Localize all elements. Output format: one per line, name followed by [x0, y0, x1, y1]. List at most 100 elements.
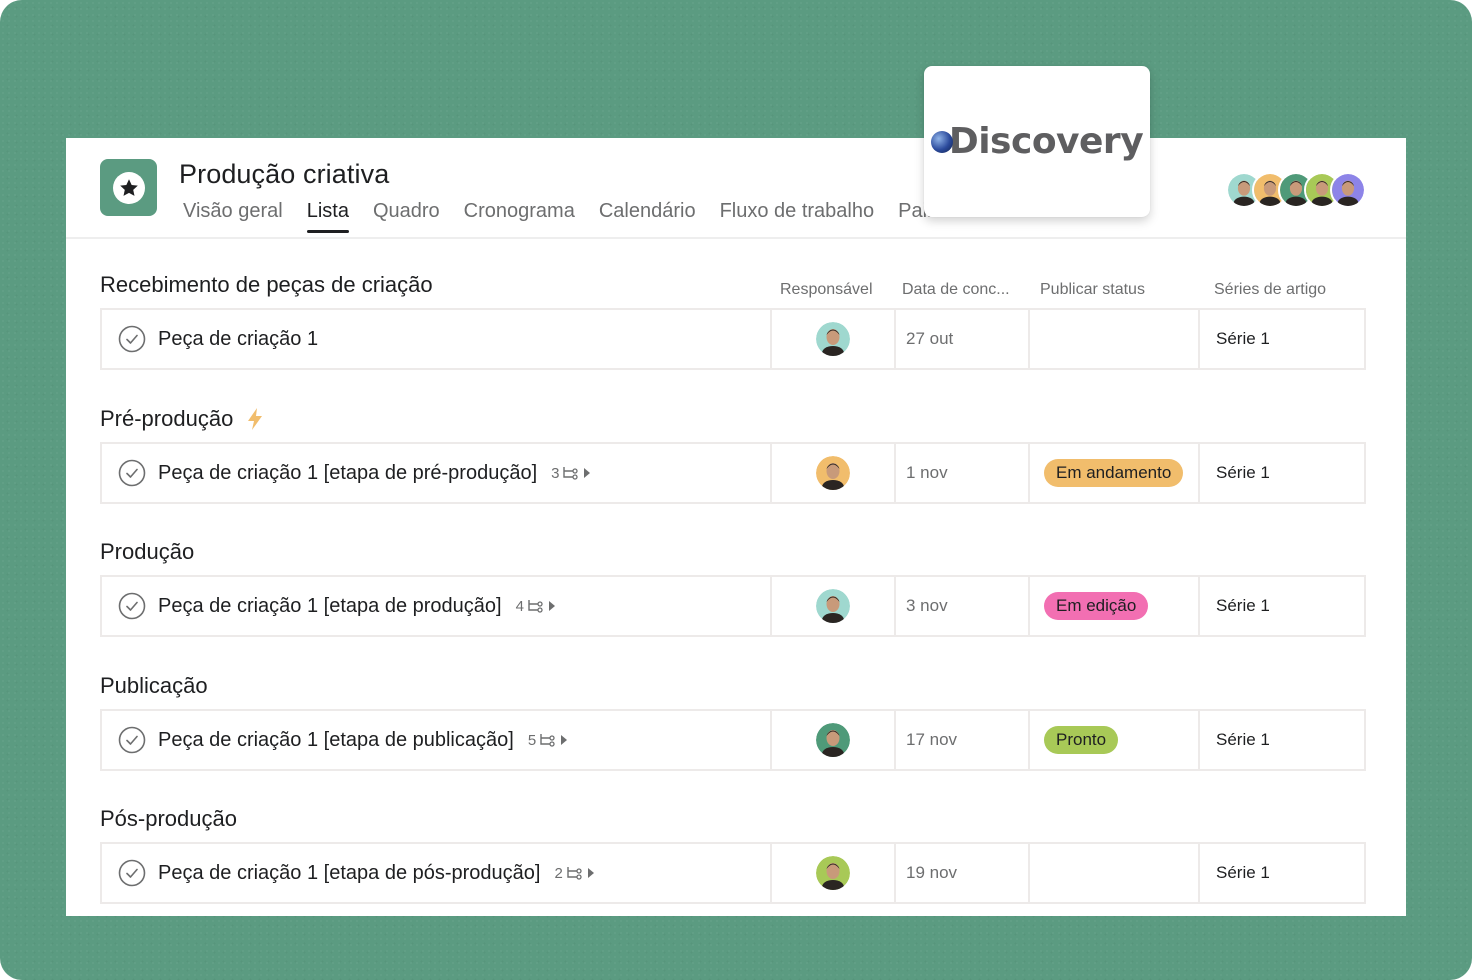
series-cell[interactable]: Série 1 — [1198, 711, 1364, 769]
assignee-cell[interactable] — [770, 577, 894, 635]
series-value: Série 1 — [1216, 863, 1270, 882]
due-date-cell[interactable]: 19 nov — [894, 844, 1028, 902]
series-cell[interactable]: Série 1 — [1198, 444, 1364, 502]
task-name-cell[interactable]: Peça de criação 1 [etapa de pré-produção… — [102, 444, 770, 502]
project-panel: Produção criativa Visão geral Lista Quad… — [66, 138, 1406, 916]
subtask-count[interactable]: 2 — [554, 865, 594, 882]
publish-status-cell[interactable]: Em andamento — [1028, 444, 1198, 502]
publish-status-cell[interactable]: Em edição — [1028, 577, 1198, 635]
assignee-avatar[interactable] — [816, 322, 850, 356]
tab-calendar[interactable]: Calendário — [599, 200, 696, 233]
tab-overview[interactable]: Visão geral — [183, 200, 283, 233]
task-name-cell[interactable]: Peça de criação 1 [etapa de publicação] 5 — [102, 711, 770, 769]
series-cell[interactable]: Série 1 — [1198, 577, 1364, 635]
project-members[interactable] — [1226, 170, 1368, 210]
subtask-count[interactable]: 3 — [551, 465, 591, 482]
assignee-avatar[interactable] — [816, 456, 850, 490]
complete-checkmark-icon[interactable] — [118, 726, 146, 754]
header-divider — [66, 237, 1406, 239]
task-row[interactable]: Peça de criação 1 [etapa de publicação] 5… — [100, 709, 1366, 771]
expand-caret-icon[interactable] — [583, 467, 591, 479]
task-row[interactable]: Peça de criação 1 [etapa de pré-produção… — [100, 442, 1366, 504]
expand-caret-icon[interactable] — [560, 734, 568, 746]
section-header[interactable]: Recebimento de peças de criação — [100, 272, 433, 298]
series-value: Série 1 — [1216, 730, 1270, 749]
status-badge[interactable]: Em edição — [1044, 592, 1149, 620]
column-header-assignee[interactable]: Responsável — [780, 281, 873, 299]
expand-caret-icon[interactable] — [548, 600, 556, 612]
due-date: 1 nov — [906, 463, 948, 482]
task-name[interactable]: Peça de criação 1 — [158, 328, 318, 351]
complete-checkmark-icon[interactable] — [118, 592, 146, 620]
lightning-icon — [248, 408, 263, 430]
section-title: Recebimento de peças de criação — [100, 272, 433, 297]
task-row[interactable]: Peça de criação 1 [etapa de pós-produção… — [100, 842, 1366, 904]
project-icon[interactable] — [100, 159, 157, 216]
complete-checkmark-icon[interactable] — [118, 859, 146, 887]
assignee-cell[interactable] — [770, 444, 894, 502]
subtask-icon — [563, 467, 579, 480]
star-icon — [119, 178, 138, 196]
column-header-publish-status[interactable]: Publicar status — [1040, 281, 1145, 299]
due-date: 3 nov — [906, 596, 948, 615]
task-name-cell[interactable]: Peça de criação 1 [etapa de produção] 4 — [102, 577, 770, 635]
assignee-cell[interactable] — [770, 310, 894, 368]
globe-icon — [930, 130, 953, 153]
task-name[interactable]: Peça de criação 1 [etapa de publicação] — [158, 729, 514, 752]
publish-status-cell[interactable] — [1028, 310, 1198, 368]
series-value: Série 1 — [1216, 463, 1270, 482]
discovery-logo: Discovery — [930, 121, 1144, 162]
member-avatar[interactable] — [1330, 170, 1368, 210]
publish-status-cell[interactable] — [1028, 844, 1198, 902]
section-title: Produção — [100, 539, 195, 564]
section-header[interactable]: Pré-produção — [100, 406, 265, 432]
task-row[interactable]: Peça de criação 1 27 out Série 1 — [100, 308, 1366, 370]
assignee-cell[interactable] — [770, 711, 894, 769]
assignee-avatar[interactable] — [816, 723, 850, 757]
task-name-cell[interactable]: Peça de criação 1 [etapa de pós-produção… — [102, 844, 770, 902]
person-icon — [816, 589, 850, 623]
due-date-cell[interactable]: 27 out — [894, 310, 1028, 368]
complete-checkmark-icon[interactable] — [118, 325, 146, 353]
publish-status-cell[interactable]: Pronto — [1028, 711, 1198, 769]
status-badge[interactable]: Em andamento — [1044, 459, 1184, 487]
task-name-cell[interactable]: Peça de criação 1 — [102, 310, 770, 368]
series-cell[interactable]: Série 1 — [1198, 844, 1364, 902]
subtask-icon — [567, 867, 582, 880]
due-date-cell[interactable]: 17 nov — [894, 711, 1028, 769]
due-date: 27 out — [906, 329, 954, 348]
task-name[interactable]: Peça de criação 1 [etapa de pré-produção… — [158, 462, 537, 485]
complete-checkmark-icon[interactable] — [118, 459, 146, 487]
person-icon — [816, 856, 850, 890]
section-title: Pós-produção — [100, 806, 237, 831]
column-header-series[interactable]: Séries de artigo — [1214, 281, 1326, 299]
section-header[interactable]: Pós-produção — [100, 806, 237, 832]
tab-workflow[interactable]: Fluxo de trabalho — [720, 200, 875, 233]
section-header[interactable]: Produção — [100, 539, 194, 565]
due-date: 17 nov — [906, 730, 958, 749]
expand-caret-icon[interactable] — [587, 867, 595, 879]
section-header[interactable]: Publicação — [100, 673, 208, 699]
subtask-count[interactable]: 5 — [528, 732, 568, 749]
assignee-avatar[interactable] — [816, 589, 850, 623]
view-tabs: Visão geral Lista Quadro Cronograma Cale… — [183, 200, 978, 233]
person-icon — [816, 322, 850, 356]
person-icon — [1330, 172, 1366, 208]
section-title: Pré-produção — [100, 406, 234, 431]
tab-list[interactable]: Lista — [306, 200, 350, 233]
assignee-avatar[interactable] — [816, 856, 850, 890]
column-header-due-date[interactable]: Data de conc... — [902, 281, 1010, 299]
tab-timeline[interactable]: Cronograma — [464, 200, 575, 233]
series-cell[interactable]: Série 1 — [1198, 310, 1364, 368]
task-name[interactable]: Peça de criação 1 [etapa de produção] — [158, 595, 502, 618]
tab-board[interactable]: Quadro — [373, 200, 440, 233]
due-date-cell[interactable]: 3 nov — [894, 577, 1028, 635]
section-title: Publicação — [100, 673, 208, 698]
due-date-cell[interactable]: 1 nov — [894, 444, 1028, 502]
task-name[interactable]: Peça de criação 1 [etapa de pós-produção… — [158, 862, 540, 885]
subtask-count[interactable]: 4 — [516, 598, 556, 615]
assignee-cell[interactable] — [770, 844, 894, 902]
task-row[interactable]: Peça de criação 1 [etapa de produção] 4 3 … — [100, 575, 1366, 637]
series-value: Série 1 — [1216, 329, 1270, 348]
status-badge[interactable]: Pronto — [1044, 726, 1119, 754]
